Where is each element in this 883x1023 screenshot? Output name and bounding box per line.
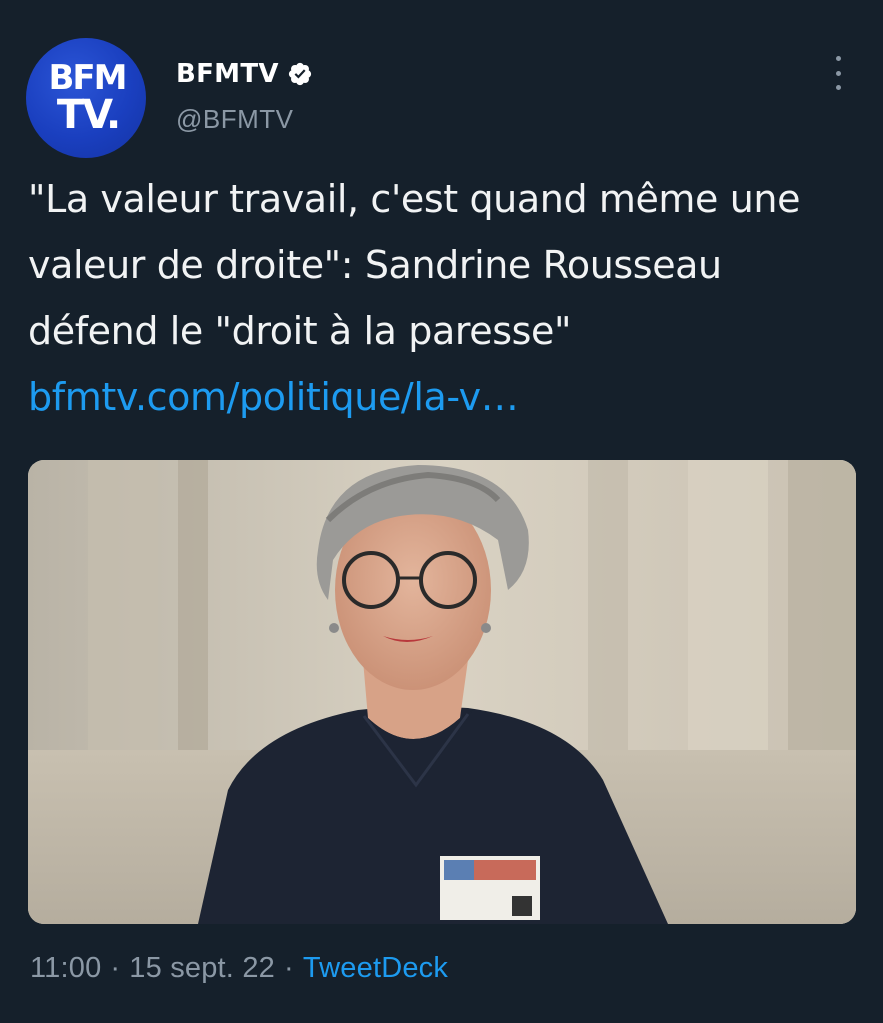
more-dot (835, 85, 841, 90)
photo-portrait (28, 460, 856, 924)
tweet-source[interactable]: TweetDeck (303, 952, 448, 985)
author-name-row[interactable]: BFMTV (176, 58, 313, 90)
tweet-card: BFM TV. BFMTV @BFMTV "La valeur travail,… (0, 0, 883, 1023)
meta-separator: · (283, 952, 294, 984)
meta-separator: · (110, 952, 121, 984)
tweet-date[interactable]: 15 sept. 22 (129, 952, 275, 985)
tweet-link[interactable]: bfmtv.com/politique/la-v… (28, 375, 519, 419)
account-handle[interactable]: @BFMTV (176, 104, 294, 135)
tweet-body: "La valeur travail, c'est quand même une… (28, 177, 801, 353)
display-name[interactable]: BFMTV (176, 59, 279, 89)
avatar[interactable]: BFM TV. (26, 38, 146, 158)
tweet-meta: 11:00 · 15 sept. 22 · TweetDeck (30, 952, 448, 985)
tweet-text: "La valeur travail, c'est quand même une… (28, 166, 858, 430)
verified-badge-icon (288, 62, 311, 86)
tweet-media-photo[interactable] (28, 460, 856, 924)
more-options-icon[interactable] (826, 56, 850, 90)
more-dot (835, 70, 841, 76)
more-dot (835, 56, 841, 61)
avatar-logo-line2: TV. (56, 92, 121, 138)
tweet-time[interactable]: 11:00 (30, 952, 101, 985)
avatar-logo-line1: BFM (48, 58, 128, 98)
